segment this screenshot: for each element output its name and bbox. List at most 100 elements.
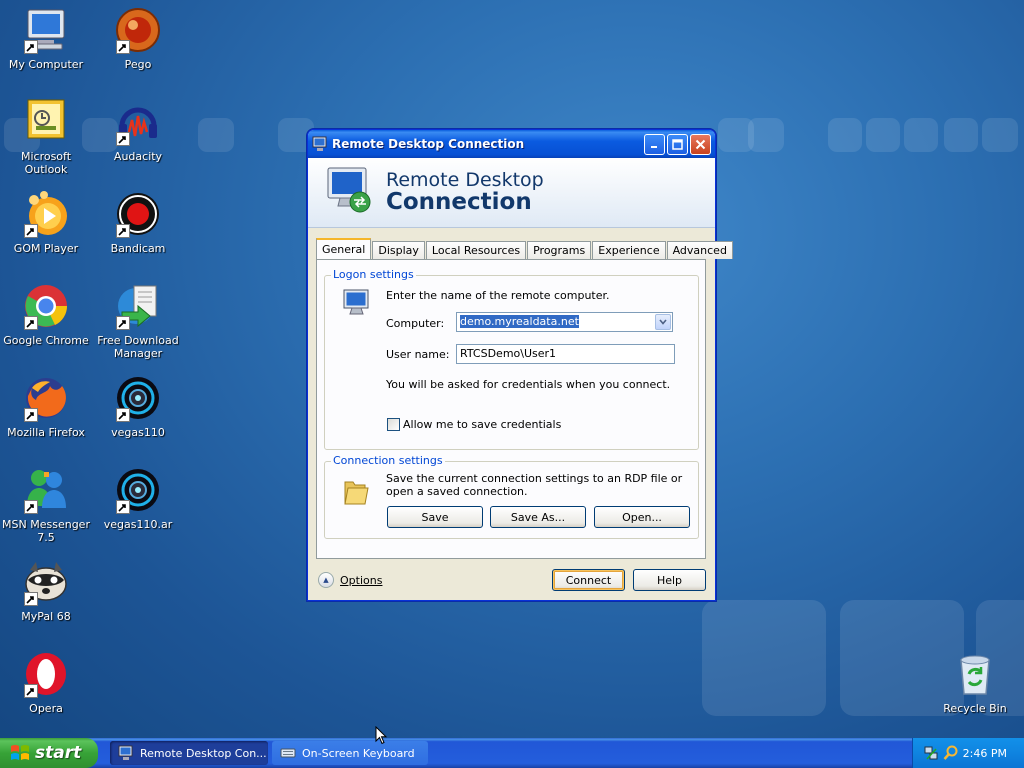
- credentials-note: You will be asked for credentials when y…: [386, 378, 671, 391]
- connection-settings-group: Connection settings Save the current con…: [324, 454, 699, 539]
- maximize-button[interactable]: [667, 133, 688, 155]
- start-label: start: [35, 743, 82, 763]
- tab-general[interactable]: General: [316, 238, 372, 259]
- connection-settings-legend: Connection settings: [331, 454, 445, 467]
- desktop-icon-outlook[interactable]: Microsoft Outlook: [0, 98, 92, 176]
- open-button[interactable]: Open...: [594, 506, 690, 528]
- logon-settings-group: Logon settings Enter the name of the rem…: [324, 268, 699, 450]
- desktop-icon-label: Free Download Manager: [97, 334, 179, 360]
- tab-local-resources[interactable]: Local Resources: [425, 241, 527, 259]
- desktop-icon-label: Pego: [124, 58, 152, 71]
- minimize-icon: [650, 146, 657, 148]
- tab-experience[interactable]: Experience: [592, 241, 666, 259]
- computer-dropdown-button[interactable]: [655, 314, 671, 330]
- tab-strip: General Display Local Resources Programs…: [316, 238, 734, 260]
- desktop-icon-mypal[interactable]: MyPal 68: [0, 558, 92, 623]
- desktop-icon-label: Recycle Bin: [943, 702, 1007, 715]
- options-toggle[interactable]: ▲ Options: [318, 572, 382, 588]
- computer-label: Computer:: [386, 317, 445, 330]
- taskbar-item-label: On-Screen Keyboard: [302, 746, 415, 760]
- folder-icon: [344, 481, 369, 505]
- help-button[interactable]: Help: [633, 569, 706, 591]
- rdp-window: Remote Desktop Connection Remote Desktop…: [307, 129, 733, 601]
- minimize-button[interactable]: [644, 133, 665, 155]
- desktop-icon-chrome[interactable]: Google Chrome: [0, 282, 92, 347]
- shortcut-arrow-icon: [24, 408, 38, 422]
- desktop-icon-free-download-manager[interactable]: Free Download Manager: [92, 282, 184, 360]
- desktop-icon-my-computer[interactable]: My Computer: [0, 6, 92, 71]
- save-button[interactable]: Save: [387, 506, 483, 528]
- tab-programs[interactable]: Programs: [527, 241, 592, 259]
- desktop-icon-recycle-bin[interactable]: Recycle Bin: [929, 650, 1021, 715]
- computer-value: demo.myrealdata.net: [460, 315, 579, 328]
- desktop-icon-gom-player[interactable]: GOM Player: [0, 190, 92, 255]
- close-icon: [695, 139, 706, 149]
- desktop-icon-bandicam[interactable]: Bandicam: [92, 190, 184, 255]
- rdp-banner: Remote Desktop Connection: [308, 158, 715, 228]
- taskbar-item-label: Remote Desktop Con...: [140, 746, 267, 760]
- computer-combobox[interactable]: demo.myrealdata.net: [456, 312, 673, 332]
- desktop-icon-label: Mozilla Firefox: [7, 426, 85, 439]
- shortcut-arrow-icon: [116, 132, 130, 146]
- taskbar-item-on-screen-keyboard[interactable]: On-Screen Keyboard: [272, 741, 428, 765]
- windows-logo-icon: [11, 745, 29, 760]
- mouse-cursor-icon: [375, 726, 387, 745]
- banner-title-line2: Connection: [386, 189, 532, 215]
- outlook-icon: [27, 99, 65, 139]
- network-icon[interactable]: [923, 745, 939, 761]
- username-label: User name:: [386, 348, 450, 361]
- desktop-icon-label: My Computer: [8, 58, 84, 71]
- keyboard-icon: [280, 748, 296, 758]
- desktop-icon-vegas110-ar[interactable]: vegas110.ar: [92, 466, 184, 531]
- tab-display[interactable]: Display: [372, 241, 425, 259]
- shortcut-arrow-icon: [24, 316, 38, 330]
- desktop-icon-label: vegas110.ar: [103, 518, 173, 531]
- desktop-icon-vegas110[interactable]: vegas110: [92, 374, 184, 439]
- shortcut-arrow-icon: [116, 408, 130, 422]
- remote-desktop-icon: [118, 745, 133, 760]
- shortcut-arrow-icon: [116, 40, 130, 54]
- shortcut-arrow-icon: [24, 592, 38, 606]
- close-button[interactable]: [690, 133, 711, 155]
- desktop-icon-label: vegas110: [111, 426, 165, 439]
- clock[interactable]: 2:46 PM: [963, 747, 1007, 760]
- desktop-icon-msn-messenger[interactable]: MSN Messenger 7.5: [0, 466, 92, 544]
- desktop-icon-opera[interactable]: Opera: [0, 650, 92, 715]
- shortcut-arrow-icon: [116, 316, 130, 330]
- remote-desktop-icon: [312, 136, 327, 151]
- search-icon[interactable]: [943, 745, 959, 761]
- remote-desktop-logo-icon: [327, 167, 371, 213]
- maximize-icon: [672, 138, 683, 150]
- window-titlebar[interactable]: Remote Desktop Connection: [308, 130, 715, 158]
- general-tab-panel: Logon settings Enter the name of the rem…: [316, 259, 706, 559]
- tab-advanced[interactable]: Advanced: [666, 241, 733, 259]
- connection-description: Save the current connection settings to …: [386, 472, 683, 498]
- system-tray: 2:46 PM: [912, 738, 1024, 768]
- desktop-icon-label: Opera: [29, 702, 63, 715]
- shortcut-arrow-icon: [24, 224, 38, 238]
- desktop-icon-label: Bandicam: [110, 242, 166, 255]
- save-as-button[interactable]: Save As...: [490, 506, 586, 528]
- shortcut-arrow-icon: [24, 40, 38, 54]
- username-value: RTCSDemo\User1: [460, 347, 557, 360]
- desktop-icon-audacity[interactable]: Audacity: [92, 98, 184, 163]
- taskbar: start Remote Desktop Con... On-Screen Ke…: [0, 738, 1024, 768]
- username-field[interactable]: RTCSDemo\User1: [456, 344, 675, 364]
- logon-settings-legend: Logon settings: [331, 268, 416, 281]
- chevron-down-icon: [659, 319, 667, 325]
- banner-title-line1: Remote Desktop: [386, 169, 544, 191]
- shortcut-arrow-icon: [24, 684, 38, 698]
- options-label: Options: [340, 573, 383, 587]
- save-credentials-label[interactable]: Allow me to save credentials: [403, 418, 561, 431]
- computer-icon: [343, 289, 369, 315]
- start-button[interactable]: start: [0, 738, 98, 768]
- connect-button[interactable]: Connect: [552, 569, 625, 591]
- shortcut-arrow-icon: [24, 500, 38, 514]
- desktop-icon-label: Microsoft Outlook: [20, 150, 72, 176]
- desktop-icon-firefox[interactable]: Mozilla Firefox: [0, 374, 92, 439]
- taskbar-item-remote-desktop[interactable]: Remote Desktop Con...: [110, 741, 268, 765]
- desktop-icon-label: Audacity: [113, 150, 163, 163]
- save-credentials-checkbox[interactable]: [387, 418, 400, 431]
- window-title: Remote Desktop Connection: [332, 137, 525, 151]
- desktop-icon-pego[interactable]: Pego: [92, 6, 184, 71]
